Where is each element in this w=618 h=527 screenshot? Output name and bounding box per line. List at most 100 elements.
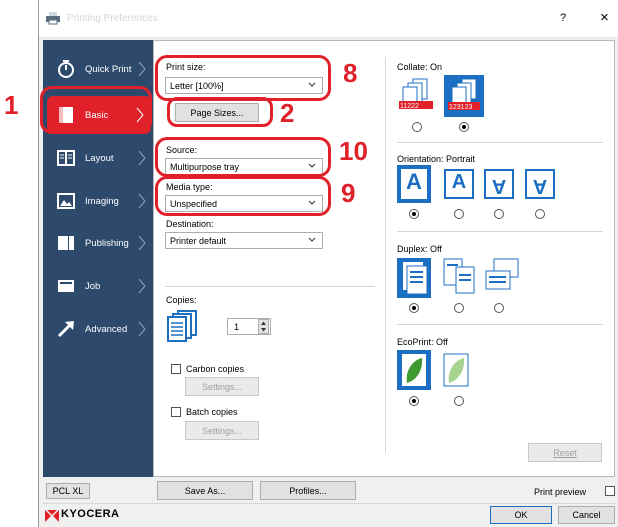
sidebar-item-layout[interactable]: Layout	[43, 141, 153, 175]
sidebar-item-quick-print[interactable]: Quick Print	[43, 52, 153, 86]
sidebar-item-imaging[interactable]: Imaging	[43, 184, 153, 218]
orientation-label: Orientation: Portrait	[397, 154, 476, 164]
collate-on-icon: 123123	[448, 78, 480, 111]
ok-button[interactable]: OK	[490, 506, 552, 524]
image-icon	[57, 193, 75, 209]
destination-label: Destination:	[166, 219, 214, 229]
collate-on-radio[interactable]	[459, 122, 469, 132]
divider	[165, 286, 375, 287]
ecoprint-label: EcoPrint: Off	[397, 337, 448, 347]
cancel-button[interactable]: Cancel	[558, 506, 615, 524]
pcl-xl-label: PCL XL	[52, 486, 84, 496]
sidebar-item-advanced[interactable]: Advanced	[43, 312, 153, 346]
divider	[397, 324, 603, 325]
ecoprint-off-option[interactable]	[397, 350, 431, 390]
sidebar-item-label: Job	[85, 281, 101, 292]
orientation-landscape-radio[interactable]	[454, 209, 464, 219]
callout-page-sizes	[167, 97, 273, 127]
ecoprint-off-radio[interactable]	[409, 396, 419, 406]
cancel-label: Cancel	[572, 510, 601, 520]
orientation-rotated-portrait-radio[interactable]	[494, 209, 504, 219]
carbon-settings-label: Settings...	[201, 382, 243, 392]
help-button[interactable]: ?	[560, 12, 566, 24]
callout-number-2: 2	[280, 98, 295, 128]
destination-value: Printer default	[170, 236, 227, 246]
orientation-portrait-radio[interactable]	[409, 209, 419, 219]
layout-icon	[57, 150, 75, 166]
chevron-right-icon	[138, 61, 146, 77]
copies-stepper[interactable]	[258, 319, 269, 334]
column-divider	[385, 57, 386, 453]
profiles-label: Profiles...	[289, 486, 327, 496]
sidebar-item-label: Imaging	[85, 196, 119, 207]
batch-copies-label: Batch copies	[186, 407, 238, 417]
sidebar-item-job[interactable]: Job	[43, 269, 153, 303]
save-as-button[interactable]: Save As...	[157, 481, 253, 500]
batch-settings-button[interactable]: Settings...	[185, 421, 259, 440]
arrow-icon	[57, 321, 74, 338]
portrait-a-icon: A	[401, 169, 427, 199]
profiles-button[interactable]: Profiles...	[260, 481, 356, 500]
collate-on-pages: 123123	[449, 104, 472, 111]
kyocera-logo-icon	[45, 510, 59, 522]
print-preview-checkbox[interactable]	[605, 486, 615, 496]
sidebar-item-label: Quick Print	[85, 64, 132, 75]
duplex-label: Duplex: Off	[397, 244, 442, 254]
callout-print-size	[155, 55, 331, 101]
leaf-icon	[402, 354, 426, 386]
duplex-off-option[interactable]	[397, 258, 431, 298]
pcl-xl-button[interactable]: PCL XL	[46, 483, 90, 499]
carbon-copies-checkbox[interactable]	[171, 364, 181, 374]
callout-media-type	[155, 176, 331, 216]
carbon-copies-label: Carbon copies	[186, 364, 245, 374]
callout-number-10: 10	[339, 136, 368, 166]
collate-off-radio[interactable]	[412, 122, 422, 132]
collate-label: Collate: On	[397, 62, 443, 72]
sidebar-item-label: Advanced	[85, 324, 128, 335]
ok-label: OK	[514, 510, 528, 520]
reset-label: Reset	[553, 448, 577, 458]
destination-select[interactable]: Printer default	[165, 232, 323, 249]
callout-basic	[40, 86, 152, 134]
duplex-long-edge-icon[interactable]	[442, 257, 478, 297]
ecoprint-on-radio[interactable]	[454, 396, 464, 406]
save-as-label: Save As...	[184, 486, 226, 496]
callout-number-1: 1	[4, 90, 19, 120]
collate-off-icon[interactable]: 11222	[397, 77, 437, 115]
orientation-rotated-landscape-icon[interactable]: A	[525, 169, 555, 199]
duplex-short-edge-radio[interactable]	[494, 303, 504, 313]
duplex-long-edge-radio[interactable]	[454, 303, 464, 313]
publishing-icon	[58, 236, 74, 250]
batch-copies-checkbox[interactable]	[171, 407, 181, 417]
callout-source	[155, 137, 331, 177]
orientation-rotated-portrait-icon[interactable]: A	[484, 169, 514, 199]
reset-button[interactable]: Reset	[528, 443, 602, 462]
orientation-landscape-icon[interactable]: A	[444, 169, 474, 199]
orientation-portrait-option[interactable]: A	[397, 165, 431, 203]
job-icon	[58, 280, 74, 292]
duplex-short-edge-icon[interactable]	[484, 257, 522, 297]
copies-label: Copies:	[166, 295, 197, 305]
print-preview-label: Print preview	[534, 487, 587, 497]
stepper-arrows-icon	[261, 321, 266, 332]
carbon-settings-button[interactable]: Settings...	[185, 377, 259, 396]
orientation-rotated-landscape-radio[interactable]	[535, 209, 545, 219]
title-bar: Printing Preferences ? ×	[39, 0, 618, 38]
sidebar-item-label: Publishing	[85, 238, 129, 249]
chevron-right-icon	[138, 278, 146, 294]
printer-icon	[46, 12, 60, 25]
brand-name: KYOCERA	[61, 508, 120, 520]
chevron-right-icon	[138, 235, 146, 251]
collate-on-option[interactable]: 123123	[444, 75, 484, 117]
sidebar-item-publishing[interactable]: Publishing	[43, 226, 153, 260]
close-button[interactable]: ×	[600, 9, 609, 26]
window-title: Printing Preferences	[67, 13, 158, 24]
duplex-off-radio[interactable]	[409, 303, 419, 313]
collate-off-pages: 11222	[400, 103, 419, 110]
divider	[43, 503, 615, 504]
copies-icon	[167, 310, 197, 342]
stopwatch-icon	[58, 60, 74, 78]
chevron-right-icon	[138, 321, 146, 337]
ecoprint-on-icon[interactable]	[442, 352, 472, 388]
callout-number-9: 9	[341, 178, 356, 208]
